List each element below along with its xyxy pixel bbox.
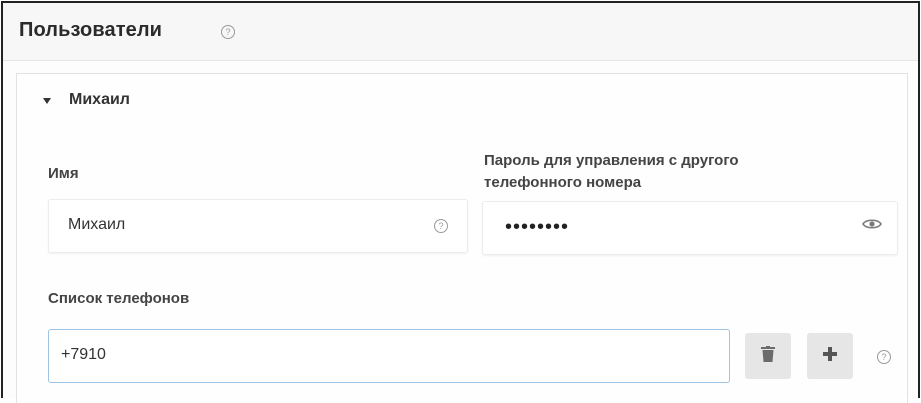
plus-icon xyxy=(823,346,837,366)
delete-phone-button[interactable] xyxy=(745,333,791,379)
user-panel: Михаил Имя Михаил ? Пароль для управлени… xyxy=(16,73,908,403)
password-masked-value: •••••••• xyxy=(505,216,570,238)
question-circle-icon[interactable]: ? xyxy=(434,219,448,233)
password-label-line1: Пароль для управления с другого xyxy=(484,152,739,169)
eye-icon[interactable] xyxy=(862,217,882,236)
name-input[interactable]: Михаил ? xyxy=(48,199,468,253)
add-phone-button[interactable] xyxy=(807,333,853,379)
name-label: Имя xyxy=(48,165,79,182)
password-label: Пароль для управления с другого телефонн… xyxy=(484,150,739,194)
section-header: Пользователи ? xyxy=(3,3,918,61)
question-circle-icon[interactable]: ? xyxy=(877,350,891,364)
phone-input[interactable]: +7910 xyxy=(48,329,730,383)
users-settings-frame: Пользователи ? Михаил Имя Михаил ? Парол… xyxy=(1,1,920,403)
phones-label: Список телефонов xyxy=(48,290,190,307)
page-title: Пользователи xyxy=(19,19,163,41)
password-input[interactable]: •••••••• xyxy=(482,201,898,255)
trash-icon xyxy=(761,345,775,367)
phone-input-value: +7910 xyxy=(61,346,106,363)
question-circle-icon[interactable]: ? xyxy=(221,25,235,39)
name-input-value: Михаил xyxy=(68,216,126,233)
password-label-line2: телефонного номера xyxy=(484,174,642,191)
user-name-heading: Михаил xyxy=(69,91,130,108)
caret-down-icon xyxy=(43,98,51,104)
